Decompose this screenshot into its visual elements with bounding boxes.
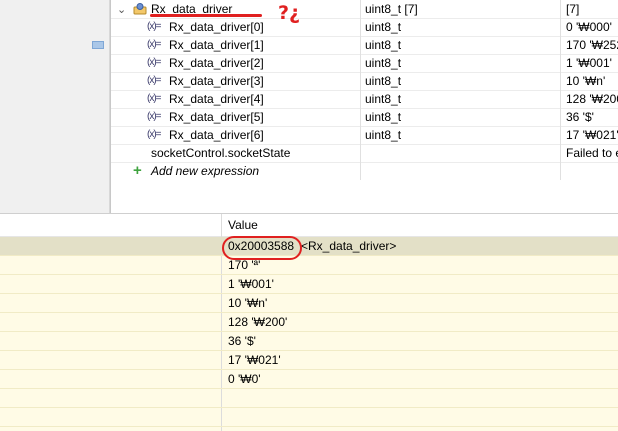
memory-value: 128 '₩200' xyxy=(228,315,288,329)
memory-row-selected[interactable]: 0x20003588 <Rx_data_driver> xyxy=(0,237,618,256)
editor-gutter xyxy=(91,0,110,213)
variable-icon: (x)= xyxy=(147,129,161,140)
expression-type xyxy=(361,144,561,162)
memory-row-empty xyxy=(0,408,618,427)
expression-name-cell: (x)= Rx_data_driver[0] xyxy=(111,18,361,36)
annotation-circle xyxy=(222,236,302,260)
expression-name-cell: (x)= Rx_data_driver[2] xyxy=(111,54,361,72)
memory-value: 17 '₩021' xyxy=(228,353,281,367)
expression-type: uint8_t xyxy=(361,126,561,144)
memory-row[interactable]: 0 '₩0' xyxy=(0,370,618,389)
expression-name-cell: + Add new expression xyxy=(111,162,361,180)
expression-type: uint8_t xyxy=(361,18,561,36)
array-variable-icon xyxy=(133,3,147,15)
memory-row-empty xyxy=(0,389,618,408)
expression-value: Failed to e xyxy=(566,146,618,160)
memory-value: 1 '₩001' xyxy=(228,277,274,291)
expression-name: Rx_data_driver[4] xyxy=(169,92,264,106)
memory-value: 10 '₩n' xyxy=(228,296,268,310)
expression-type: uint8_t xyxy=(361,90,561,108)
expression-name: Rx_data_driver[0] xyxy=(169,20,264,34)
expression-name: Rx_data_driver[6] xyxy=(169,128,264,142)
expand-chevron-icon[interactable]: ⌄ xyxy=(117,1,126,18)
annotation-scribble: ?¿ xyxy=(278,2,301,24)
expression-row-child[interactable]: (x)= Rx_data_driver[3] uint8_t 10 '₩n' xyxy=(111,72,618,91)
expression-value: 17 '₩021' xyxy=(566,128,618,142)
expression-name-cell: (x)= Rx_data_driver[4] xyxy=(111,90,361,108)
memory-row[interactable]: 10 '₩n' xyxy=(0,294,618,313)
annotation-underline xyxy=(150,14,262,17)
expression-value: 36 '$' xyxy=(566,110,594,124)
expression-type: uint8_t [7] xyxy=(361,0,561,18)
expression-value: 128 '₩200' xyxy=(566,92,618,106)
variable-icon: (x)= xyxy=(147,21,161,32)
expression-value: 170 '₩252' xyxy=(566,38,618,52)
expression-row-child[interactable]: (x)= Rx_data_driver[6] uint8_t 17 '₩021' xyxy=(111,126,618,145)
expressions-view: ⌄ Rx_data_driver uint8_t [7] [7] (x)= Rx… xyxy=(110,0,618,213)
expression-type xyxy=(361,162,561,180)
variable-icon: (x)= xyxy=(147,75,161,86)
variable-icon: (x)= xyxy=(147,39,161,50)
memory-view: Value 0x20003588 <Rx_data_driver> 170 'ª… xyxy=(0,214,618,431)
expression-row-child[interactable]: (x)= Rx_data_driver[5] uint8_t 36 '$' xyxy=(111,108,618,127)
add-expression-label[interactable]: Add new expression xyxy=(151,162,259,180)
add-icon[interactable]: + xyxy=(133,163,142,178)
memory-symbol: <Rx_data_driver> xyxy=(301,239,397,253)
memory-row[interactable]: 17 '₩021' xyxy=(0,351,618,370)
expression-name: socketControl.socketState xyxy=(151,146,291,160)
value-column-header[interactable]: Value xyxy=(222,214,618,237)
variable-icon: (x)= xyxy=(147,111,161,122)
expression-row-child[interactable]: (x)= Rx_data_driver[2] uint8_t 1 '₩001' xyxy=(111,54,618,73)
expression-name-cell: (x)= Rx_data_driver[6] xyxy=(111,126,361,144)
expression-row-child[interactable]: (x)= Rx_data_driver[4] uint8_t 128 '₩200… xyxy=(111,90,618,109)
expression-value xyxy=(562,162,618,180)
expression-name-cell: (x)= Rx_data_driver[1] xyxy=(111,36,361,54)
variable-icon: (x)= xyxy=(147,57,161,68)
memory-row[interactable]: 128 '₩200' xyxy=(0,313,618,332)
memory-value: 36 '$' xyxy=(228,334,256,348)
expression-name-cell: (x)= Rx_data_driver[5] xyxy=(111,108,361,126)
expression-name: Rx_data_driver[2] xyxy=(169,56,264,70)
gutter-marker-icon[interactable] xyxy=(92,41,104,49)
add-expression-row[interactable]: + Add new expression xyxy=(111,162,618,180)
expression-name: Rx_data_driver[3] xyxy=(169,74,264,88)
expression-type: uint8_t xyxy=(361,72,561,90)
expression-value: 1 '₩001' xyxy=(566,56,612,70)
memory-value: 170 'ª' xyxy=(228,258,261,272)
expression-row-socket[interactable]: socketControl.socketState Failed to e xyxy=(111,144,618,163)
memory-value: 0 '₩0' xyxy=(228,372,261,386)
expression-value: 0 '₩000' xyxy=(566,20,612,34)
memory-row[interactable]: 170 'ª' xyxy=(0,256,618,275)
value-header-label: Value xyxy=(228,218,258,232)
expression-value: 10 '₩n' xyxy=(566,74,606,88)
memory-left-header xyxy=(0,214,221,237)
variable-icon: (x)= xyxy=(147,93,161,104)
expression-type: uint8_t xyxy=(361,108,561,126)
expression-name-cell: (x)= Rx_data_driver[3] xyxy=(111,72,361,90)
expression-name: Rx_data_driver[5] xyxy=(169,110,264,124)
expression-row-child[interactable]: (x)= Rx_data_driver[0] uint8_t 0 '₩000' xyxy=(111,18,618,37)
expression-name: Rx_data_driver[1] xyxy=(169,38,264,52)
expression-value: [7] xyxy=(566,2,580,16)
expression-type: uint8_t xyxy=(361,36,561,54)
expression-row-child[interactable]: (x)= Rx_data_driver[1] uint8_t 170 '₩252… xyxy=(111,36,618,55)
memory-row[interactable]: 1 '₩001' xyxy=(0,275,618,294)
expression-name-cell: socketControl.socketState xyxy=(111,144,361,162)
expression-type: uint8_t xyxy=(361,54,561,72)
memory-row[interactable]: 36 '$' xyxy=(0,332,618,351)
